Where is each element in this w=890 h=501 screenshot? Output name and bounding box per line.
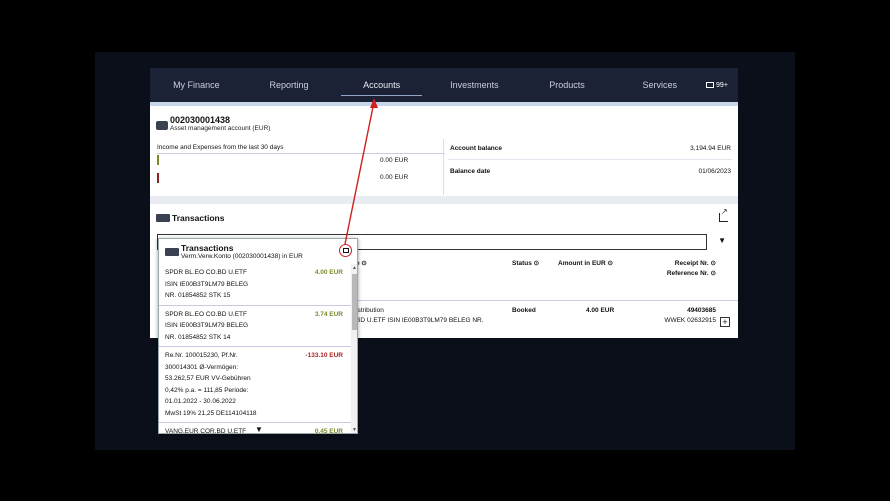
- list-item-text: ISIN IE00B3T9LM79 BELEG: [165, 280, 249, 288]
- scroll-up-icon[interactable]: ▲: [352, 265, 357, 271]
- nav-my-finance[interactable]: My Finance: [150, 68, 243, 102]
- column-header-amount[interactable]: Amount in EUR ⊙: [558, 259, 613, 267]
- list-item-amount: 4.00 EUR: [314, 269, 343, 276]
- account-balance-label: Account balance: [450, 145, 503, 152]
- balance-date-value: 01/06/2023: [698, 168, 731, 175]
- nav-products[interactable]: Products: [521, 68, 614, 102]
- nav-services[interactable]: Services: [613, 68, 706, 102]
- export-icon[interactable]: [719, 207, 728, 222]
- row-receipt: 49403685: [687, 307, 716, 314]
- account-type: Asset management account (EUR): [170, 125, 271, 132]
- divider: [448, 159, 732, 160]
- row-text: istribution: [356, 307, 384, 314]
- dropdown-title: Transactions: [181, 243, 234, 253]
- list-item-text: ISIN IE00B3T9LM79 BELEG: [165, 322, 249, 329]
- expenses-value: 0.00 EUR: [380, 174, 409, 181]
- scroll-thumb[interactable]: [352, 274, 357, 330]
- main-nav: My Finance Reporting Accounts Investment…: [150, 68, 738, 102]
- collapse-button[interactable]: [339, 244, 352, 257]
- list-item-text: MwSt 19% 21,25 DE114104118: [165, 409, 257, 417]
- transactions-icon: [156, 214, 170, 222]
- list-item-amount: -133.10 EUR: [305, 352, 343, 359]
- row-reference: WWEK 02632915: [664, 317, 716, 324]
- income-bar: [157, 155, 159, 165]
- account-card: 002030001438 Asset management account (E…: [150, 106, 738, 196]
- divider: [350, 300, 738, 301]
- income-expenses-title: Income and Expenses from the last 30 day…: [157, 144, 284, 151]
- list-item-text: 300014301 Ø-Vermögen:: [165, 363, 238, 371]
- account-number[interactable]: 002030001438: [170, 115, 230, 125]
- balance-date-label: Balance date: [450, 168, 491, 175]
- scroll-down-icon[interactable]: ▼: [352, 427, 357, 433]
- dropdown-subtitle: Verm.Verw.Konto (002030001438) in EUR: [181, 253, 303, 260]
- wallet-icon: [156, 121, 168, 130]
- collapse-icon: [343, 248, 349, 253]
- income-value: 0.00 EUR: [380, 157, 409, 164]
- chevron-down-icon[interactable]: ▼: [255, 425, 263, 433]
- expand-plus-icon[interactable]: +: [720, 317, 730, 327]
- list-item-amount: 0.45 EUR: [314, 428, 343, 434]
- divider: [157, 153, 445, 154]
- list-item-text: 0,42% p.a. = 111,85 Periode:: [165, 386, 249, 394]
- nav-investments[interactable]: Investments: [428, 68, 521, 102]
- row-amount: 4.00 EUR: [586, 307, 615, 314]
- column-header-receipt[interactable]: Receipt Nr. ⊙: [675, 259, 716, 267]
- list-item-text: NR. 01854852 STK 15: [165, 292, 231, 299]
- list-item[interactable]: SPDR BL.EO CO.BD U.ETF ISIN IE00B3T9LM79 …: [159, 306, 351, 347]
- scrollbar[interactable]: ▲ ▼: [351, 264, 357, 433]
- list-item[interactable]: Re.Nr. 100015230, Pf.Nr. 300014301 Ø-Verm…: [159, 347, 351, 423]
- chevron-down-icon[interactable]: ▼: [718, 236, 726, 245]
- list-item-text: 53.262,57 EUR VV-Gebühren: [165, 375, 251, 382]
- transactions-dropdown[interactable]: Transactions Verm.Verw.Konto (0020300014…: [158, 238, 358, 434]
- transactions-title: Transactions: [172, 213, 225, 223]
- list-item-text: 01.01.2022 - 30.06.2022: [165, 398, 236, 405]
- envelope-icon: [706, 82, 715, 88]
- row-status: Booked: [512, 307, 536, 314]
- row-text: BD U.ETF ISIN IE00B3T9LM79 BELEG NR.: [356, 317, 484, 324]
- mail-count-badge: 99+: [716, 81, 728, 89]
- account-balance-value: 3,194.94 EUR: [690, 145, 731, 152]
- mailbox-button[interactable]: 99+: [706, 82, 736, 89]
- list-item-amount: 3.74 EUR: [314, 310, 343, 318]
- divider: [443, 139, 444, 195]
- column-header-status[interactable]: Status ⊙: [512, 259, 539, 267]
- transactions-icon: [165, 248, 179, 256]
- nav-accounts[interactable]: Accounts: [335, 68, 428, 102]
- nav-reporting[interactable]: Reporting: [243, 68, 336, 102]
- expenses-bar: [157, 173, 159, 183]
- list-item-text: NR. 01854852 STK 14: [165, 333, 231, 341]
- dropdown-list[interactable]: SPDR BL.EO CO.BD U.ETF ISIN IE00B3T9LM79 …: [159, 264, 351, 434]
- column-header-reference[interactable]: Reference Nr. ⊙: [667, 269, 716, 277]
- list-item[interactable]: SPDR BL.EO CO.BD U.ETF ISIN IE00B3T9LM79 …: [159, 264, 351, 306]
